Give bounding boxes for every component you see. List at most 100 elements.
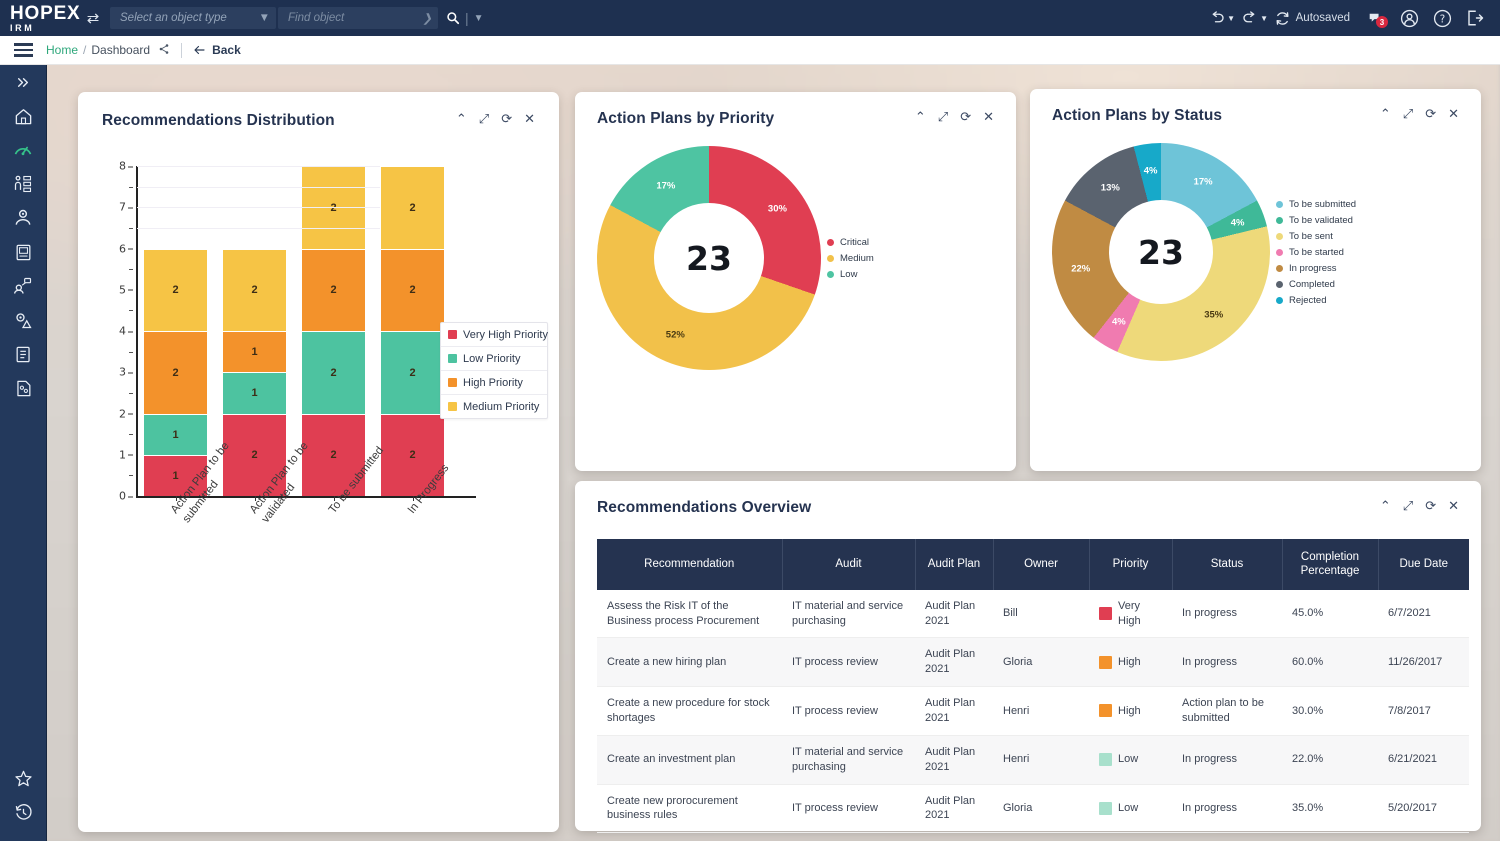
legend-item[interactable]: In progress [1276,263,1356,274]
legend-item[interactable]: Medium [827,253,874,264]
y-axis-tick: 2 [119,407,133,420]
close-icon[interactable]: ✕ [983,110,994,123]
refresh-icon[interactable]: ⟳ [1425,107,1436,120]
bar-segment[interactable]: 2 [144,331,207,414]
bar-segment[interactable]: 1 [223,331,286,373]
legend-item[interactable]: Very High Priority [441,323,548,347]
sidebar-item-risks[interactable] [0,201,47,235]
cell-completion: 60.0% [1282,637,1378,688]
legend-item[interactable]: High Priority [441,371,547,395]
swap-icon[interactable]: ⇄ [80,9,106,27]
table-row[interactable]: Create a new procedure for stock shortag… [597,686,1469,736]
table-column-header[interactable]: Completion Percentage [1282,539,1379,590]
chevron-up-icon[interactable]: ⌃ [456,112,467,125]
table-row[interactable]: Create new prorocurement business rules I… [597,784,1469,834]
bar-segment[interactable]: 1 [144,413,207,455]
sidebar-item-reports[interactable] [0,235,47,269]
sidebar-item-history[interactable] [0,795,47,829]
cell-priority: Low [1089,784,1172,834]
legend-item[interactable]: Low [827,269,874,280]
chevron-up-icon[interactable]: ⌃ [1380,499,1391,512]
table-column-header[interactable]: Due Date [1378,539,1469,590]
table-column-header[interactable]: Owner [993,539,1090,590]
find-object-input[interactable]: Find object ❯ [278,7,438,29]
bar-segment[interactable]: 2 [144,248,207,331]
bar-segment[interactable]: 2 [223,248,286,331]
legend-item[interactable]: To be validated [1276,215,1356,226]
cell-status: In progress [1172,735,1282,785]
donut-total-value: 23 [1138,232,1184,272]
notifications-badge: 3 [1376,16,1388,28]
bar-segment[interactable]: 2 [302,331,365,414]
table-row[interactable]: Create an investment plan IT material and… [597,735,1469,785]
bar-segment[interactable]: 2 [381,248,444,331]
refresh-icon[interactable]: ⟳ [960,110,971,123]
sidebar-item-dashboard[interactable] [0,133,47,167]
sidebar-item-documents[interactable] [0,371,47,405]
table-row[interactable]: Assess the Risk IT of the Business proce… [597,589,1469,639]
table-row[interactable]: Create a new hiring plan IT process revie… [597,637,1469,688]
cell-due-date: 6/7/2021 [1378,589,1469,639]
close-icon[interactable]: ✕ [524,112,535,125]
back-button[interactable]: Back [193,43,241,57]
chevron-up-icon[interactable]: ⌃ [915,110,926,123]
sidebar-item-organization[interactable] [0,167,47,201]
sidebar-item-audits[interactable] [0,337,47,371]
chevron-right-icon: ❯ [422,13,432,25]
close-icon[interactable]: ✕ [1448,107,1459,120]
refresh-icon[interactable]: ⟳ [1425,499,1436,512]
chevron-down-icon[interactable]: ▼ [474,13,484,24]
bar-segment[interactable]: 2 [302,248,365,331]
breadcrumb-home-link[interactable]: Home [46,43,78,57]
legend-item[interactable]: Critical [827,237,874,248]
gear-warning-icon [16,313,32,329]
bar-segment[interactable]: 1 [223,372,286,414]
logout-button[interactable] [1460,3,1490,33]
sidebar-item-home[interactable] [0,99,47,133]
redo-button[interactable]: ▼ [1240,3,1270,33]
undo-button[interactable]: ▼ [1207,3,1237,33]
refresh-icon[interactable]: ⟳ [501,112,512,125]
expand-diagonal-icon[interactable]: ⤢ [1403,499,1413,512]
legend-dot [1276,232,1283,240]
cell-priority: High [1089,686,1172,736]
legend-swatch [448,354,457,363]
account-button[interactable] [1394,3,1424,33]
sidebar-item-controls[interactable] [0,303,47,337]
chevron-up-icon[interactable]: ⌃ [1380,107,1391,120]
expand-diagonal-icon[interactable]: ⤢ [938,110,948,123]
cell-status: Action plan to be submitted [1172,686,1282,736]
expand-diagonal-icon[interactable]: ⤢ [1403,107,1413,120]
notifications-button[interactable]: 3 [1361,3,1391,33]
sidebar-item-processes[interactable] [0,269,47,303]
cell-due-date: 7/8/2017 [1378,686,1469,736]
help-button[interactable]: ? [1427,3,1457,33]
bar-segment[interactable]: 2 [381,166,444,249]
legend-item[interactable]: Low Priority [441,347,547,371]
table-column-header[interactable]: Recommendation [597,539,783,590]
legend-item[interactable]: Rejected [1276,295,1356,306]
close-icon[interactable]: ✕ [1448,499,1459,512]
legend-item[interactable]: To be submitted [1276,199,1356,210]
expand-rail-button[interactable] [0,65,47,99]
bar-stack[interactable]: 2211 [144,248,207,496]
object-type-select[interactable]: Select an object type ▼ [110,7,276,29]
legend-item[interactable]: Medium Priority [441,395,547,418]
legend-item[interactable]: To be sent [1276,231,1356,242]
donut-chart-status[interactable]: 23 17% 4% 35% 4% 22% 13% 4% [1052,143,1270,361]
legend-item[interactable]: Completed [1276,279,1356,290]
hamburger-menu-icon[interactable] [0,43,46,57]
table-column-header[interactable]: Status [1172,539,1283,590]
sidebar-item-favorites[interactable] [0,761,47,795]
table-column-header[interactable]: Audit [782,539,916,590]
expand-diagonal-icon[interactable]: ⤢ [479,112,489,125]
share-icon[interactable] [158,43,170,58]
bar-segment[interactable]: 2 [381,331,444,414]
cell-audit: IT process review [782,784,915,834]
table-column-header[interactable]: Priority [1089,539,1173,590]
search-button[interactable]: | ▼ [446,10,484,26]
legend-item[interactable]: To be started [1276,247,1356,258]
table-column-header[interactable]: Audit Plan [915,539,994,590]
donut-chart-priority[interactable]: 23 30% 52% 17% [597,146,821,370]
app-logo[interactable]: HOPEX IRM [0,4,80,33]
